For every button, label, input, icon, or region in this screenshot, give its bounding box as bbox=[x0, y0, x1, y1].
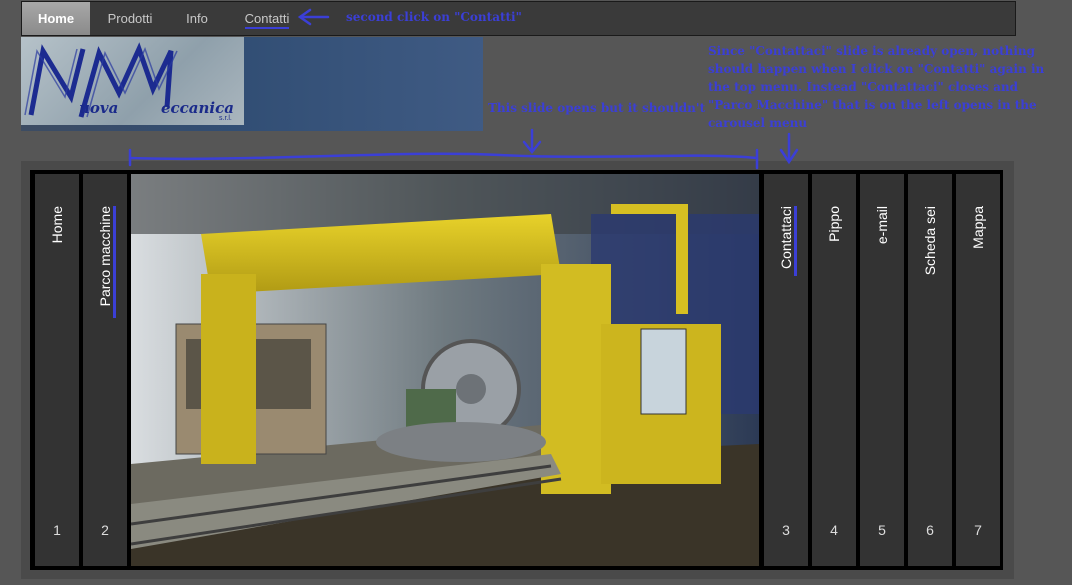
annotation-second-click: second click on "Contatti" bbox=[346, 10, 522, 24]
annotation-explanation: Since "Contattaci" slide is already open… bbox=[708, 44, 1045, 130]
annotation-wrong-slide: This slide opens but it shouldn't bbox=[488, 101, 706, 115]
